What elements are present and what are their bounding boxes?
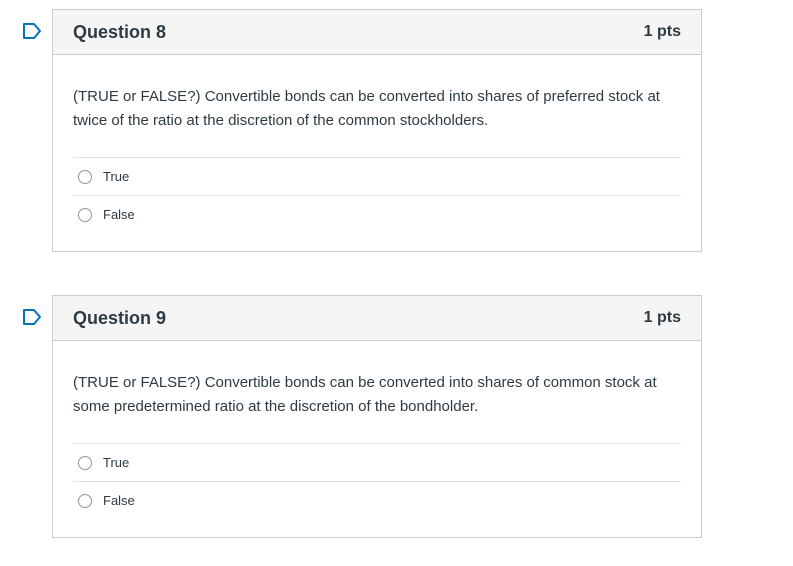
question-card-9: Question 9 1 pts (TRUE or FALSE?) Conver… xyxy=(23,295,702,538)
question-points: 1 pts xyxy=(643,23,681,40)
question-card-8: Question 8 1 pts (TRUE or FALSE?) Conver… xyxy=(23,9,702,252)
flag-question-icon[interactable] xyxy=(22,22,42,40)
answer-label[interactable]: False xyxy=(103,207,135,222)
answer-option-true[interactable]: True xyxy=(73,443,681,481)
question-points: 1 pts xyxy=(643,309,681,326)
question-title: Question 9 xyxy=(73,307,167,328)
radio-button[interactable] xyxy=(78,493,92,508)
answer-list: True False xyxy=(73,157,681,233)
radio-button[interactable] xyxy=(78,169,92,184)
radio-button[interactable] xyxy=(78,207,92,222)
question-body: (TRUE or FALSE?) Convertible bonds can b… xyxy=(53,341,701,519)
question-body: (TRUE or FALSE?) Convertible bonds can b… xyxy=(53,55,701,233)
answer-label[interactable]: True xyxy=(103,169,129,184)
question-header: Question 9 1 pts xyxy=(53,296,701,341)
answer-option-false[interactable]: False xyxy=(73,195,681,233)
radio-button[interactable] xyxy=(78,455,92,470)
question-title: Question 8 xyxy=(73,21,167,42)
question-text: (TRUE or FALSE?) Convertible bonds can b… xyxy=(73,88,660,129)
question-text: (TRUE or FALSE?) Convertible bonds can b… xyxy=(73,374,657,415)
answer-label[interactable]: False xyxy=(103,493,135,508)
answer-option-false[interactable]: False xyxy=(73,481,681,519)
answer-option-true[interactable]: True xyxy=(73,157,681,195)
question-header: Question 8 1 pts xyxy=(53,10,701,55)
flag-question-icon[interactable] xyxy=(22,308,42,326)
answer-label[interactable]: True xyxy=(103,455,129,470)
answer-list: True False xyxy=(73,443,681,519)
